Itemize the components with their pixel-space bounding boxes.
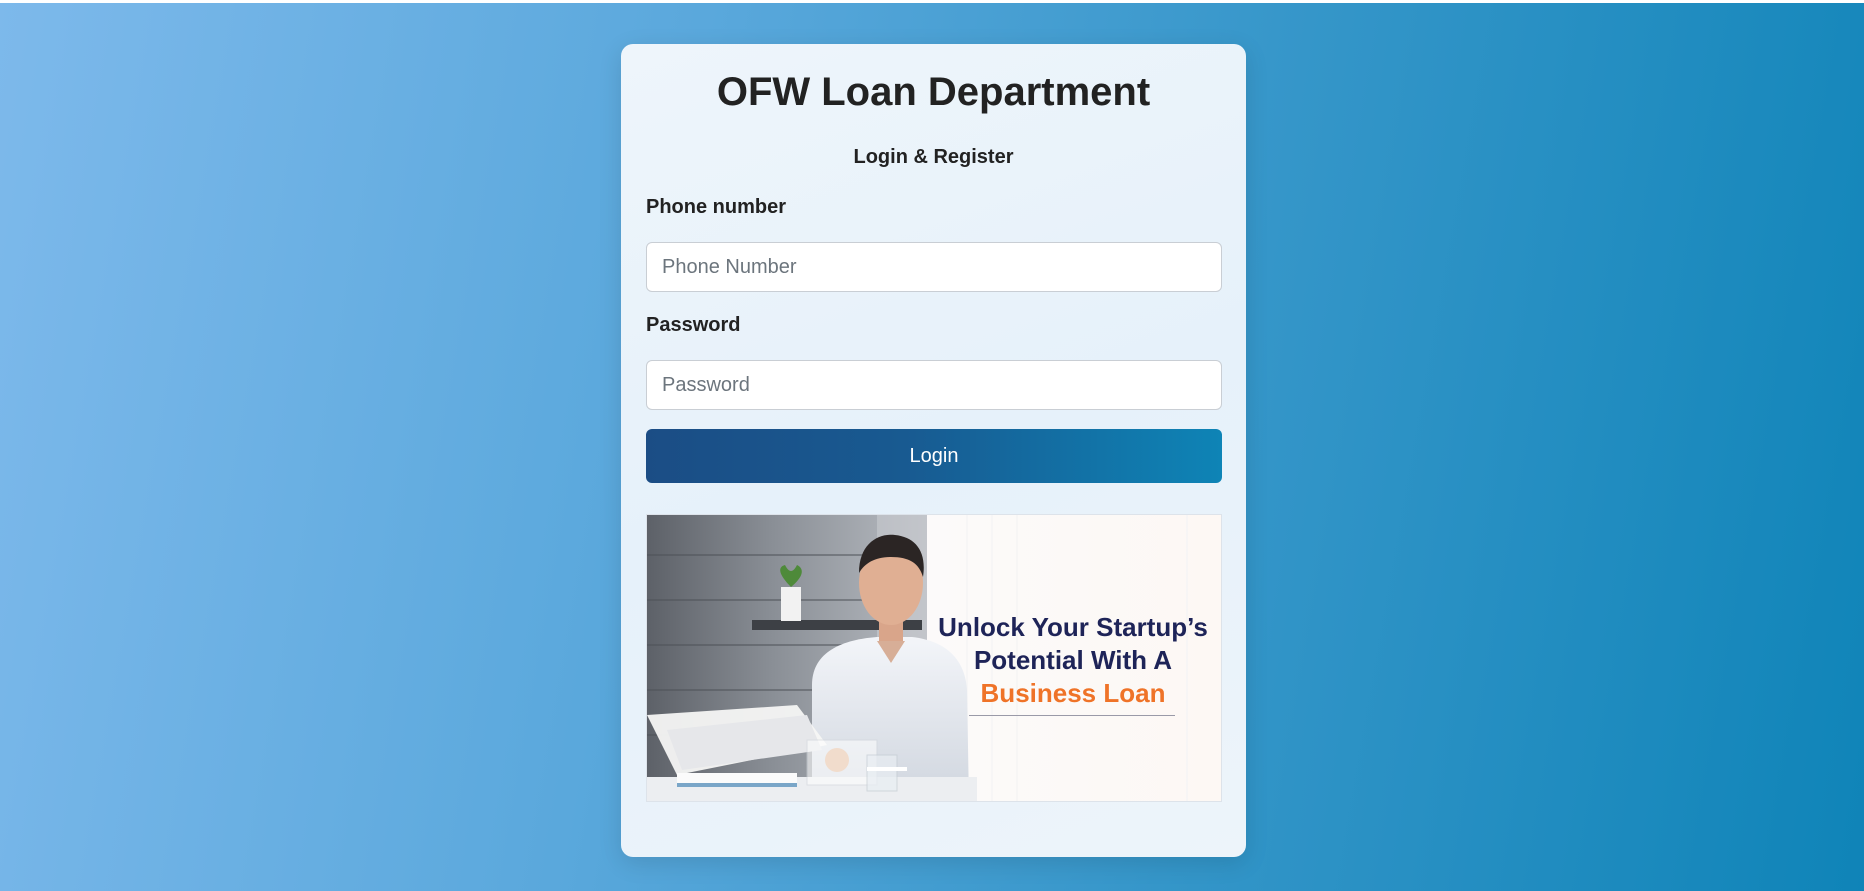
banner-line-2: Potential With A	[973, 645, 1173, 675]
banner-divider	[969, 715, 1175, 716]
banner-line-3: Business Loan	[980, 678, 1166, 708]
phone-input[interactable]	[646, 242, 1222, 292]
login-card: OFW Loan Department Login & Register Pho…	[621, 44, 1246, 857]
password-input[interactable]	[646, 360, 1222, 410]
banner-headline: Unlock Your Startup’s Potential With A B…	[923, 611, 1221, 710]
page-subtitle: Login & Register	[853, 146, 1014, 168]
phone-label: Phone number	[646, 196, 787, 218]
promo-banner: Unlock Your Startup’s Potential With A B…	[646, 514, 1222, 802]
password-label: Password	[646, 314, 741, 336]
page-title: OFW Loan Department	[716, 70, 1151, 114]
top-strip	[0, 0, 1864, 3]
login-button[interactable]: Login	[646, 429, 1222, 483]
banner-line-1: Unlock Your Startup’s	[938, 612, 1208, 642]
